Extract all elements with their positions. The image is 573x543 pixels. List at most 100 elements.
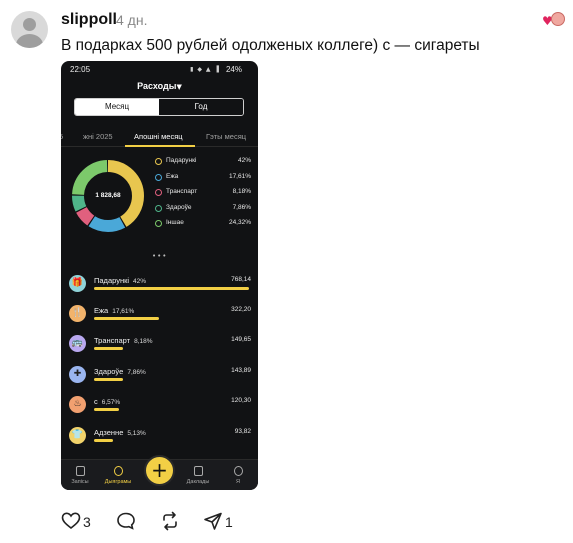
legend-label: Падарункі [166, 157, 197, 164]
category-bar [94, 408, 119, 411]
avatar-body [16, 34, 43, 48]
category-row[interactable]: 👕 Адзенне 5,13% 93,82 [69, 427, 251, 457]
category-bar-track [94, 378, 249, 381]
category-amount: 768,14 [231, 276, 251, 283]
legend-item: Здароўе 7,86% [155, 204, 251, 220]
donut-total: 1 828,68 [95, 192, 121, 199]
legend-swatch [155, 173, 162, 181]
legend-percent: 8,18% [232, 188, 251, 195]
comment-icon [117, 512, 135, 530]
health-icon: ✚ [69, 366, 86, 383]
legend-item: Транспарт 8,18% [155, 188, 251, 204]
nav-me[interactable]: Я [218, 466, 258, 485]
status-bar: 22:05 ▮ ◆ ▲ ▐ 24% [61, 65, 258, 77]
repost-icon [163, 511, 177, 531]
nav-charts[interactable]: Дыяграмы [98, 466, 138, 485]
active-tab-indicator [125, 145, 195, 147]
legend-item: Іншае 24,32% [155, 219, 251, 235]
legend-label: Ежа [166, 172, 179, 180]
category-name: Транспарт 8,18% [94, 336, 153, 345]
legend-swatch [155, 220, 162, 227]
user-icon [233, 466, 243, 476]
category-bar [94, 378, 124, 381]
category-row[interactable]: 🚌 Транспарт 8,18% 149,65 [69, 335, 251, 365]
tab-prev-partial[interactable]: 5 [61, 132, 63, 141]
nav-charts-label: Дыяграмы [104, 479, 132, 485]
legend-swatch [155, 158, 162, 165]
period-toggle: Месяц Год [74, 98, 244, 116]
category-row[interactable]: ♨ с 6,57% 120,30 [69, 396, 251, 426]
legend-label: Транспарт [166, 188, 198, 195]
author-name[interactable]: slippoll [61, 11, 117, 29]
legend-swatch [155, 189, 162, 196]
reaction-badge[interactable]: ♥ [542, 12, 566, 28]
category-row[interactable]: ✚ Здароўе 7,86% 143,89 [69, 366, 251, 396]
caret-down-icon: ▼ [176, 83, 182, 91]
category-amount: 322,20 [231, 306, 251, 313]
screen-title[interactable]: Расходы▼ [61, 81, 258, 91]
category-name: Адзенне 5,13% [94, 428, 146, 437]
legend-swatch [155, 204, 162, 212]
legend-percent: 24,32% [228, 219, 251, 226]
category-name: Падарункі 42% [94, 276, 147, 285]
category-percent: 17,61% [112, 308, 135, 315]
food-icon: 🍴 [69, 305, 86, 322]
category-bar-track [94, 347, 249, 350]
tab-last-month[interactable]: Апошні месяц [134, 132, 183, 141]
category-name: с 6,57% [94, 397, 121, 406]
category-amount: 149,65 [231, 336, 251, 343]
nav-records-label: Запісы [71, 479, 89, 485]
heart-outline-icon [61, 512, 81, 530]
category-row[interactable]: 🎁 Падарункі 42% 768,14 [69, 275, 251, 305]
reports-icon [193, 466, 203, 476]
legend-percent: 42% [237, 157, 251, 164]
tab-june[interactable]: жні 2025 [83, 132, 113, 141]
legend-label: Здароўе [166, 203, 192, 211]
post-actions: 3 1 [61, 511, 261, 531]
records-icon [75, 466, 85, 476]
category-bar [94, 439, 113, 442]
status-time: 22:05 [70, 65, 91, 74]
legend-item: Падарункі 42% [155, 157, 251, 173]
category-row[interactable]: 🍴 Ежа 17,61% 322,20 [69, 305, 251, 335]
chart-icon [113, 466, 123, 476]
avatar-head [23, 18, 36, 31]
tab-this-month[interactable]: Гэты месяц [206, 132, 246, 141]
category-bar-track [94, 408, 249, 411]
nav-reports-label: Даклады [186, 479, 210, 485]
nav-me-label: Я [236, 479, 240, 485]
clothes-icon: 👕 [69, 427, 86, 444]
gift-icon: 🎁 [69, 275, 86, 292]
category-amount: 143,89 [231, 367, 251, 374]
category-bar [94, 287, 249, 290]
status-battery: 24% [225, 65, 242, 74]
add-record-button[interactable]: + [144, 455, 175, 486]
reaction-avatar [551, 12, 565, 26]
phone-screenshot: 22:05 ▮ ◆ ▲ ▐ 24% Расходы▼ Месяц Год 5 ж… [61, 61, 258, 490]
send-icon [204, 512, 222, 530]
status-icons: ▮ ◆ ▲ ▐ [190, 66, 220, 73]
period-month[interactable]: Месяц [75, 99, 159, 115]
legend-percent: 17,61% [228, 172, 251, 180]
nav-records[interactable]: Запісы [61, 466, 100, 485]
bus-icon: 🚌 [69, 335, 86, 352]
nav-reports[interactable]: Даклады [178, 466, 218, 485]
legend-label: Іншае [166, 219, 184, 226]
chart-legend: Падарункі 42% Ежа 17,61% Транспарт 8,18% Здаро… [155, 157, 251, 235]
category-percent: 6,57% [101, 399, 121, 406]
share-count: 1 [225, 514, 233, 530]
page-dots: ••• [152, 252, 168, 260]
category-bar-track [94, 287, 249, 290]
post-message: В подарках 500 рублей одолженых коллеге)… [61, 37, 480, 54]
category-percent: 5,13% [127, 430, 146, 437]
post-time: 4 дн. [116, 12, 148, 28]
category-percent: 7,86% [127, 369, 146, 376]
cigarette-icon: ♨ [69, 396, 86, 413]
author-avatar[interactable] [11, 11, 48, 48]
screen-title-text: Расходы [137, 81, 177, 91]
category-name: Ежа 17,61% [94, 306, 135, 315]
legend-percent: 7,86% [232, 203, 251, 211]
category-amount: 120,30 [231, 397, 251, 404]
category-bar-track [94, 317, 249, 320]
period-year[interactable]: Год [159, 99, 243, 115]
